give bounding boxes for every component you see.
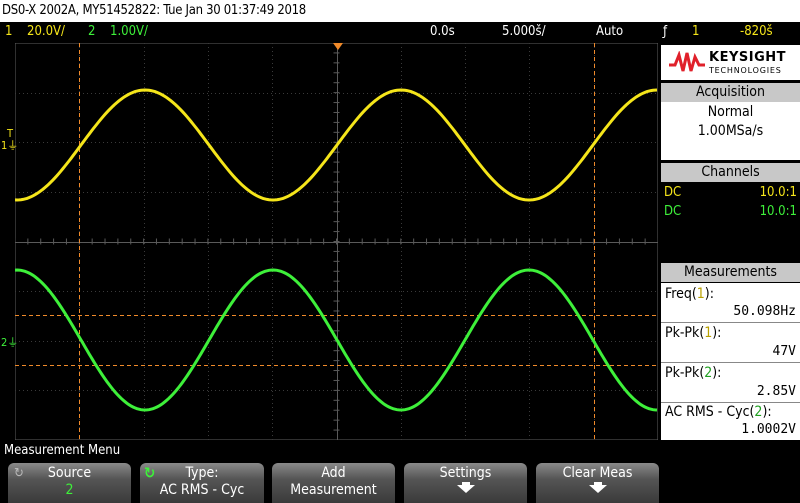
time-offset[interactable]: 0.0s — [430, 22, 455, 41]
channel-row-1[interactable]: DC 10.0:1 — [664, 184, 797, 202]
ch2-ground-marker[interactable]: 2⏚ — [1, 337, 18, 348]
ground-icon: ⏚ — [7, 336, 19, 349]
meas-label-acrms[interactable]: AC RMS - Cyc(2): — [665, 403, 772, 421]
waveform-display[interactable] — [15, 43, 658, 440]
keysight-logo: KEYSIGHT TECHNOLOGIES — [661, 45, 800, 80]
ch1-number[interactable]: 1 — [5, 22, 12, 41]
clear-label: Clear Meas — [562, 465, 633, 481]
meas-value-freq: 50.098Hz — [733, 304, 796, 319]
timebase[interactable]: 5.000š/ — [502, 22, 546, 41]
add-measurement-softkey[interactable]: Add Measurement — [272, 463, 395, 503]
keysight-wave-icon — [669, 51, 705, 72]
meas-value-acrms: 1.0002V — [741, 422, 796, 437]
ch2-number[interactable]: 2 — [88, 22, 95, 41]
ch1-probe: 10.0:1 — [759, 185, 797, 200]
meas-divider — [661, 362, 800, 363]
trigger-mode[interactable]: Auto — [596, 22, 623, 41]
settings-softkey[interactable]: Settings — [404, 463, 527, 503]
meas-label-pkpk1[interactable]: Pk-Pk(1): — [665, 324, 721, 342]
ch1-coupling: DC — [664, 185, 682, 200]
acquisition-rate: 1.00MSa/s — [697, 123, 764, 139]
ch2-coupling: DC — [664, 204, 682, 219]
ch2-scale[interactable]: 1.00V/ — [110, 22, 148, 41]
menu-title: Measurement Menu — [0, 443, 800, 461]
meas-value-pkpk2: 2.85V — [756, 384, 796, 399]
trigger-edge-icon: ƒ — [663, 24, 668, 39]
type-label: Type: — [185, 465, 219, 481]
settings-label: Settings — [439, 465, 492, 481]
type-value: AC RMS - Cyc — [159, 482, 245, 498]
channels-header[interactable]: Channels — [661, 163, 800, 182]
clear-meas-softkey[interactable]: Clear Meas — [536, 463, 659, 503]
measurements-header[interactable]: Measurements — [661, 263, 800, 282]
acquisition-mode: Normal — [707, 104, 754, 120]
meas-divider — [661, 322, 800, 323]
ground-icon: ⏚ — [7, 139, 19, 152]
submenu-arrow-icon — [536, 482, 659, 493]
channel-row-2[interactable]: DC 10.0:1 — [664, 203, 797, 221]
logo-line1: KEYSIGHT — [709, 50, 786, 65]
meas-label-freq[interactable]: Freq(1): — [665, 285, 714, 303]
window-title: DS0-X 2002A, MY51452822: Tue Jan 30 01:3… — [0, 0, 800, 22]
submenu-arrow-icon — [404, 482, 527, 493]
add-label-2: Measurement — [290, 482, 377, 498]
acquisition-body: Normal 1.00MSa/s — [661, 102, 800, 160]
add-label: Add — [321, 465, 346, 481]
ch1-ground-marker[interactable]: 1⏚ — [1, 140, 18, 151]
trigger-position-marker[interactable] — [333, 43, 343, 50]
rotate-knob-icon: ↻ — [144, 464, 156, 482]
meas-label-pkpk2[interactable]: Pk-Pk(2): — [665, 364, 721, 382]
logo-line2: TECHNOLOGIES — [709, 66, 782, 75]
acquisition-header[interactable]: Acquisition — [661, 83, 800, 102]
trigger-level[interactable]: -820š — [740, 22, 773, 41]
source-softkey[interactable]: ↻ Source 2 — [8, 463, 131, 503]
source-value: 2 — [65, 482, 74, 498]
trigger-level-marker[interactable]: T — [7, 128, 13, 139]
ch1-scale[interactable]: 20.0V/ — [27, 22, 65, 41]
type-softkey[interactable]: ↻ Type: AC RMS - Cyc — [140, 463, 264, 503]
measurements-body: Freq(1): 50.098Hz Pk-Pk(1): 47V Pk-Pk(2)… — [661, 283, 800, 440]
trigger-source[interactable]: 1 — [692, 22, 699, 41]
meas-value-pkpk1: 47V — [772, 344, 796, 359]
source-label: Source — [47, 465, 92, 481]
ch2-probe: 10.0:1 — [759, 204, 797, 219]
softkey-bar: ↻ Source 2 ↻ Type: AC RMS - Cyc Add Meas… — [0, 461, 800, 503]
channels-body: DC 10.0:1 DC 10.0:1 — [661, 182, 800, 262]
status-bar: 1 20.0V/ 2 1.00V/ 0.0s 5.000š/ Auto ƒ 1 … — [0, 22, 800, 41]
rotate-knob-icon: ↻ — [14, 466, 24, 481]
